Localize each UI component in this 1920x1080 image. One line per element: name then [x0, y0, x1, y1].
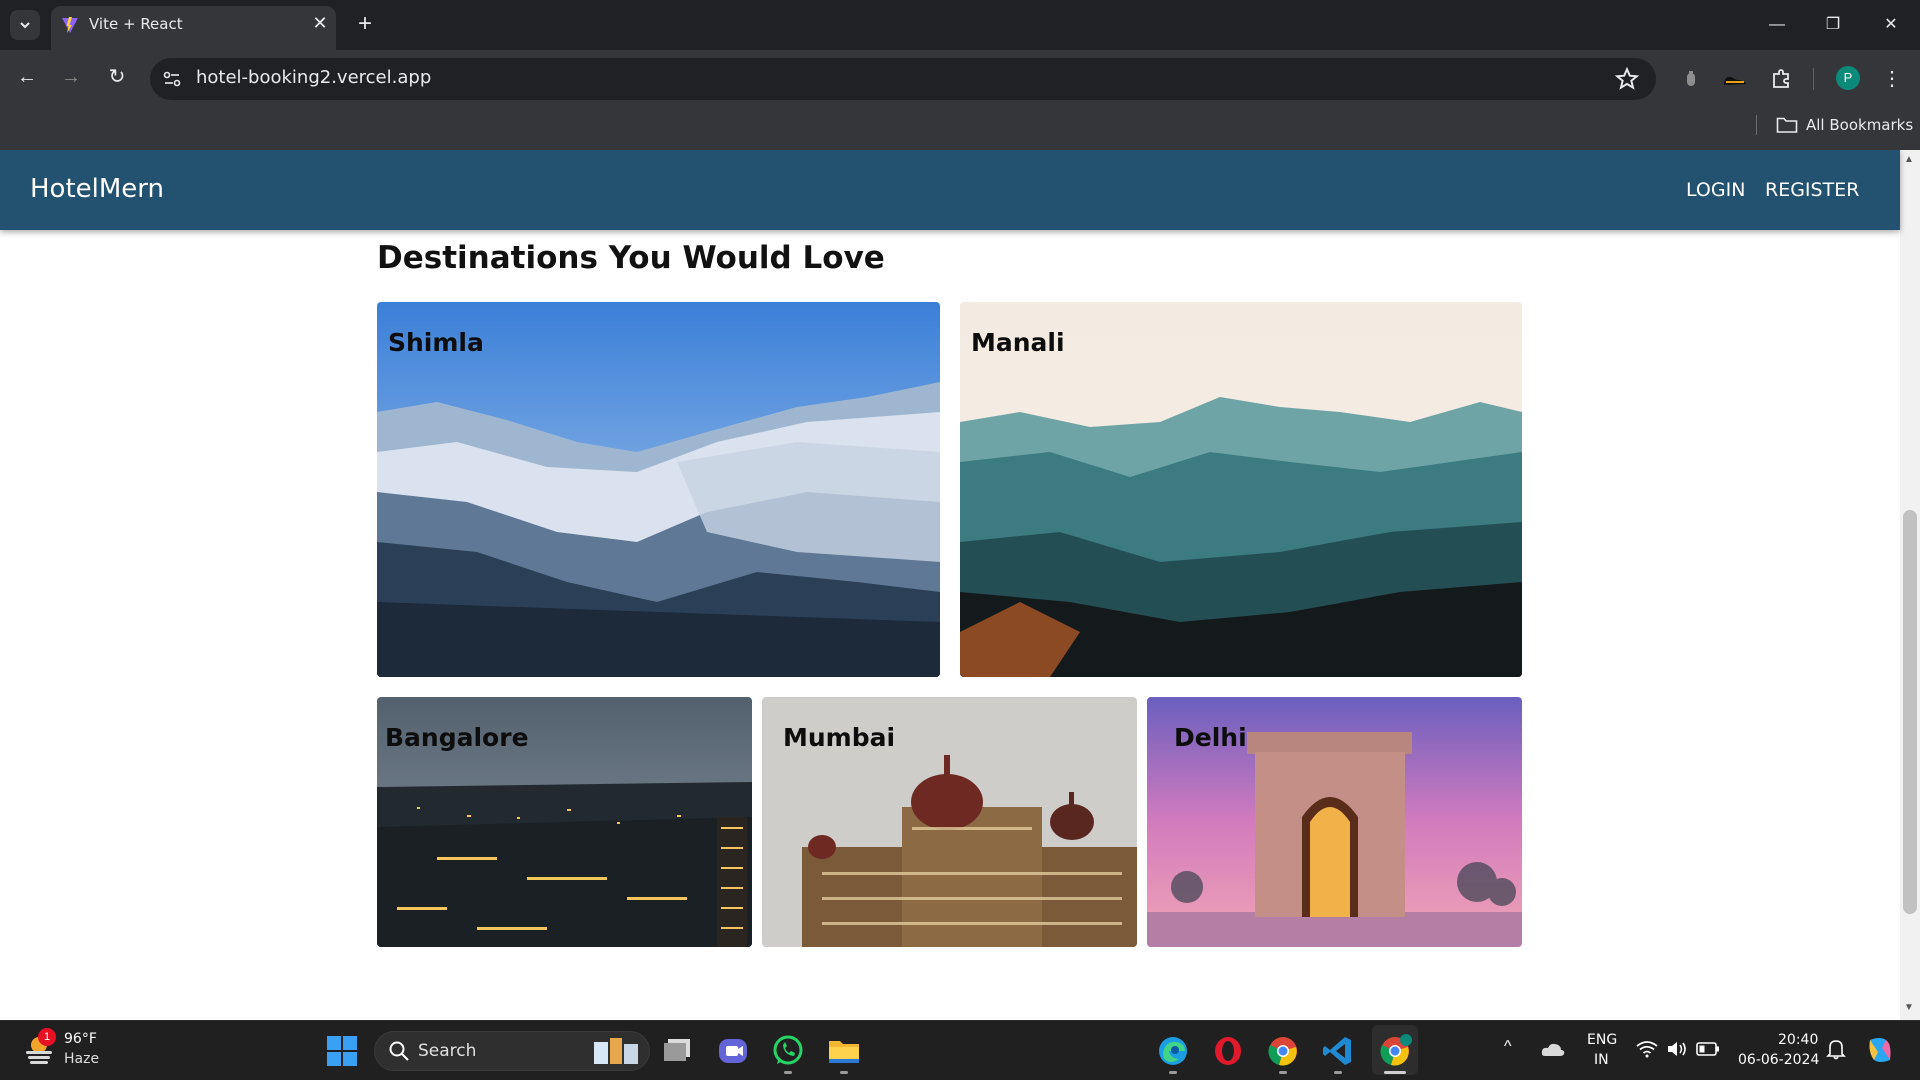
tab-title: Vite + React [89, 15, 183, 33]
shimla-image [377, 302, 940, 677]
reload-icon[interactable]: ↻ [102, 62, 132, 92]
notification-bell-icon[interactable] [1826, 1038, 1846, 1060]
destination-name: Bangalore [385, 723, 529, 752]
forward-arrow-icon[interactable]: → [56, 62, 86, 92]
extension-shoe-icon[interactable] [1720, 64, 1750, 94]
whatsapp-icon[interactable] [770, 1033, 806, 1069]
wifi-icon[interactable] [1636, 1040, 1658, 1058]
scrollbar-thumb[interactable] [1903, 510, 1917, 914]
minimize-icon[interactable]: — [1762, 10, 1792, 40]
running-indicator [1279, 1071, 1287, 1074]
url-text[interactable]: hotel-booking2.vercel.app [196, 67, 431, 88]
running-indicator [1169, 1071, 1177, 1074]
running-indicator [1334, 1071, 1342, 1074]
weather-description[interactable]: Haze [64, 1051, 99, 1067]
close-tab-icon[interactable]: ✕ [311, 13, 329, 34]
running-indicator [784, 1071, 792, 1074]
new-tab-button[interactable]: + [354, 10, 376, 38]
edge-browser-icon[interactable] [1155, 1033, 1191, 1069]
extensions-puzzle-button[interactable] [1766, 64, 1796, 94]
destination-card-manali[interactable]: Manali [960, 302, 1522, 677]
page-viewport: HotelMern LOGIN REGISTER Destinations Yo… [0, 150, 1920, 1020]
profile-avatar[interactable]: P [1836, 66, 1860, 90]
all-bookmarks-link[interactable]: All Bookmarks [1806, 116, 1913, 134]
destination-name: Delhi [1174, 723, 1247, 752]
weather-notification-badge: 1 [38, 1028, 56, 1046]
region-indicator[interactable]: IN [1594, 1052, 1609, 1068]
close-window-icon[interactable]: ✕ [1876, 10, 1906, 40]
active-indicator [1384, 1071, 1406, 1074]
extension-grey-icon [1687, 71, 1695, 86]
destination-name: Mumbai [783, 723, 896, 752]
restore-window-icon[interactable]: ❐ [1818, 10, 1848, 40]
bookmarks-bar [0, 106, 1920, 150]
folder-icon[interactable] [1776, 116, 1798, 134]
section-title: Destinations You Would Love [377, 240, 885, 276]
clock-time[interactable]: 20:40 [1778, 1032, 1818, 1048]
destination-name: Shimla [388, 328, 484, 357]
battery-icon[interactable] [1696, 1041, 1720, 1057]
bookmark-star-icon[interactable] [1614, 66, 1640, 92]
shoe-icon [1724, 76, 1746, 85]
brand-logo[interactable]: HotelMern [30, 174, 164, 204]
windows-start-icon[interactable] [326, 1035, 358, 1067]
chrome-icon[interactable] [1265, 1033, 1301, 1069]
tab-search-button[interactable] [10, 10, 40, 40]
vite-logo-icon [62, 17, 78, 33]
bookmarks-divider [1756, 115, 1757, 135]
volume-icon[interactable] [1666, 1040, 1688, 1058]
destination-card-mumbai[interactable]: Mumbai [762, 697, 1137, 947]
destination-card-bangalore[interactable]: Bangalore [377, 697, 752, 947]
onedrive-cloud-icon[interactable] [1540, 1038, 1566, 1062]
weather-temperature[interactable]: 96°F [64, 1031, 97, 1047]
windows-taskbar [0, 1020, 1920, 1080]
browser-menu-icon[interactable]: ⋮ [1880, 64, 1904, 94]
show-hidden-icons-chevron-icon[interactable]: ^ [1504, 1038, 1512, 1056]
toolbar-divider [1813, 68, 1814, 90]
opera-browser-icon[interactable] [1210, 1033, 1246, 1069]
extension-icon[interactable] [1676, 64, 1706, 94]
search-highlight-art-icon [594, 1038, 638, 1064]
clock-date[interactable]: 06-06-2024 [1738, 1052, 1819, 1068]
scroll-down-arrow-icon[interactable]: ▼ [1904, 1002, 1914, 1013]
back-arrow-icon[interactable]: ← [12, 62, 42, 92]
scroll-up-arrow-icon[interactable]: ▲ [1904, 154, 1914, 165]
taskbar-search-label[interactable]: Search [418, 1041, 476, 1061]
running-indicator [840, 1071, 848, 1074]
search-icon [389, 1041, 409, 1061]
register-link[interactable]: REGISTER [1765, 179, 1859, 201]
manali-image [960, 302, 1522, 677]
vscode-icon[interactable] [1320, 1033, 1356, 1069]
destination-card-shimla[interactable]: Shimla [377, 302, 940, 677]
puzzle-icon [1773, 69, 1789, 88]
destination-card-delhi[interactable]: Delhi [1147, 697, 1522, 947]
teams-chat-icon[interactable] [715, 1033, 751, 1069]
chevron-down-icon [20, 22, 30, 29]
copilot-icon[interactable] [1864, 1034, 1896, 1066]
chrome-profile-icon[interactable] [1377, 1033, 1413, 1069]
site-settings-icon[interactable] [162, 69, 182, 89]
site-header: HotelMern LOGIN REGISTER [0, 150, 1900, 230]
destination-name: Manali [971, 328, 1065, 357]
login-link[interactable]: LOGIN [1686, 179, 1745, 201]
file-explorer-icon[interactable] [826, 1033, 862, 1069]
language-indicator[interactable]: ENG [1587, 1032, 1617, 1048]
task-view-icon[interactable] [660, 1033, 696, 1069]
